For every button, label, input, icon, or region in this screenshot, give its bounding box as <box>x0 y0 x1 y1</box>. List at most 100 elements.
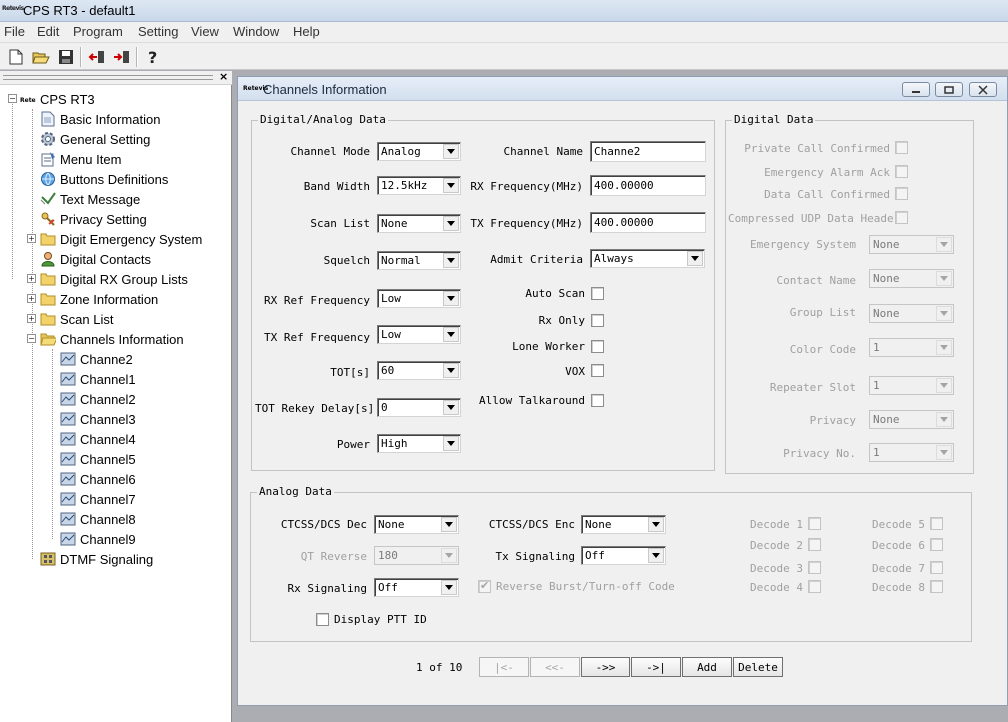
tree-root[interactable]: Retevis CPS RT3 <box>20 89 95 109</box>
channel-mode-select[interactable]: Analog <box>377 142 461 161</box>
menu-program[interactable]: Program <box>73 24 123 39</box>
menu-edit[interactable]: Edit <box>37 24 59 39</box>
group-list-select[interactable]: None <box>869 304 954 323</box>
decode-3-checkbox[interactable] <box>808 561 821 574</box>
tree-item-channel[interactable]: Channel8 <box>60 509 136 529</box>
tree-item-channel[interactable]: Channel5 <box>60 449 136 469</box>
new-icon[interactable] <box>6 47 26 67</box>
tree-item-channel[interactable]: Channel6 <box>60 469 136 489</box>
tx-ref-frequency-select[interactable]: Low <box>377 325 461 344</box>
data-call-confirmed-checkbox[interactable] <box>895 187 908 200</box>
tree-item-channel[interactable]: Channe2 <box>60 349 133 369</box>
decode-4-checkbox[interactable] <box>808 580 821 593</box>
tree-item-menu-item[interactable]: Menu Item <box>40 149 121 169</box>
expand-toggle[interactable]: + <box>27 274 36 283</box>
auto-scan-checkbox[interactable] <box>591 287 604 300</box>
band-width-select[interactable]: 12.5kHz <box>377 176 461 195</box>
qt-reverse-select[interactable]: 180 <box>374 546 459 565</box>
lone-worker-checkbox[interactable] <box>591 340 604 353</box>
write-radio-icon[interactable] <box>112 47 132 67</box>
previous-record-button[interactable]: <<- <box>530 657 580 677</box>
power-select[interactable]: High <box>377 434 461 453</box>
compressed-udp-checkbox[interactable] <box>895 211 908 224</box>
tx-signaling-select[interactable]: Off <box>581 546 666 565</box>
expand-toggle[interactable]: + <box>27 234 36 243</box>
vox-checkbox[interactable] <box>591 364 604 377</box>
read-radio-icon[interactable] <box>87 47 107 67</box>
tree-item-general-setting[interactable]: General Setting <box>40 129 150 149</box>
close-icon[interactable]: × <box>219 70 228 83</box>
display-ptt-id-checkbox[interactable] <box>316 613 329 626</box>
privacy-no-select[interactable]: 1 <box>869 443 954 462</box>
tree-item-scan-list[interactable]: Scan List <box>40 309 113 329</box>
rx-frequency-input[interactable]: 400.00000 <box>590 175 706 196</box>
collapse-toggle[interactable]: − <box>27 334 36 343</box>
save-icon[interactable] <box>56 47 76 67</box>
ctcss-dec-select[interactable]: None <box>374 515 459 534</box>
tree-item-channels-information[interactable]: Channels Information <box>40 329 184 349</box>
chevron-down-icon <box>936 271 952 286</box>
decode-2-checkbox[interactable] <box>808 538 821 551</box>
decode-8-checkbox[interactable] <box>930 580 943 593</box>
tree-item-channel[interactable]: Channel1 <box>60 369 136 389</box>
close-window-button[interactable] <box>969 82 997 97</box>
tree-item-basic-information[interactable]: Basic Information <box>40 109 160 129</box>
emergency-system-select[interactable]: None <box>869 235 954 254</box>
tree-item-buttons-definitions[interactable]: Buttons Definitions <box>40 169 168 189</box>
rx-only-checkbox[interactable] <box>591 314 604 327</box>
tree-item-zone-information[interactable]: Zone Information <box>40 289 158 309</box>
rx-ref-frequency-select[interactable]: Low <box>377 289 461 308</box>
tree-item-channel[interactable]: Channel2 <box>60 389 136 409</box>
minimize-button[interactable] <box>902 82 930 97</box>
menu-help[interactable]: Help <box>293 24 320 39</box>
menu-setting[interactable]: Setting <box>138 24 178 39</box>
next-record-button[interactable]: ->> <box>581 657 630 677</box>
decode-7-checkbox[interactable] <box>930 561 943 574</box>
rx-signaling-select[interactable]: Off <box>374 578 459 597</box>
decode-6-checkbox[interactable] <box>930 538 943 551</box>
menu-view[interactable]: View <box>191 24 219 39</box>
help-icon[interactable]: ? <box>143 47 163 67</box>
tot-rekey-delay-select[interactable]: 0 <box>377 398 461 417</box>
tx-frequency-input[interactable]: 400.00000 <box>590 212 706 233</box>
privacy-select[interactable]: None <box>869 410 954 429</box>
panel-grip[interactable] <box>3 75 213 80</box>
expand-toggle[interactable]: + <box>27 314 36 323</box>
repeater-slot-select[interactable]: 1 <box>869 376 954 395</box>
tree-item-channel[interactable]: Channel3 <box>60 409 136 429</box>
tree-item-channel[interactable]: Channel7 <box>60 489 136 509</box>
tree-item-text-message[interactable]: Text Message <box>40 189 140 209</box>
root-collapse-toggle[interactable]: − <box>8 94 17 103</box>
last-record-button[interactable]: ->| <box>631 657 681 677</box>
tree-item-dtmf-signaling[interactable]: DTMF Signaling <box>40 549 153 569</box>
menu-file[interactable]: File <box>4 24 25 39</box>
allow-talkaround-checkbox[interactable] <box>591 394 604 407</box>
expand-toggle[interactable]: + <box>27 294 36 303</box>
emergency-alarm-ack-checkbox[interactable] <box>895 165 908 178</box>
contact-name-select[interactable]: None <box>869 269 954 288</box>
tree-item-channel[interactable]: Channel4 <box>60 429 136 449</box>
decode-5-checkbox[interactable] <box>930 517 943 530</box>
first-record-button[interactable]: |<- <box>479 657 529 677</box>
restore-button[interactable] <box>935 82 963 97</box>
decode-1-checkbox[interactable] <box>808 517 821 530</box>
admit-criteria-select[interactable]: Always <box>590 249 705 268</box>
tree-item-digital-contacts[interactable]: Digital Contacts <box>40 249 151 269</box>
add-button[interactable]: Add <box>682 657 732 677</box>
squelch-select[interactable]: Normal <box>377 251 461 270</box>
tree-item-channel[interactable]: Channel9 <box>60 529 136 549</box>
ctcss-enc-select[interactable]: None <box>581 515 666 534</box>
reverse-burst-checkbox[interactable] <box>478 579 491 593</box>
delete-button[interactable]: Delete <box>733 657 783 677</box>
channel-name-input[interactable]: Channe2 <box>590 141 706 162</box>
tree-item-digital-rx-group-lists[interactable]: Digital RX Group Lists <box>40 269 188 289</box>
scan-list-select[interactable]: None <box>377 214 461 233</box>
child-window-title-bar[interactable]: Retevis Channels Information <box>238 77 1007 101</box>
color-code-select[interactable]: 1 <box>869 338 954 357</box>
menu-window[interactable]: Window <box>233 24 279 39</box>
open-icon[interactable] <box>31 47 51 67</box>
tree-item-privacy-setting[interactable]: Privacy Setting <box>40 209 147 229</box>
tree-item-digit-emergency-system[interactable]: Digit Emergency System <box>40 229 202 249</box>
private-call-confirmed-checkbox[interactable] <box>895 141 908 154</box>
tot-select[interactable]: 60 <box>377 361 461 380</box>
